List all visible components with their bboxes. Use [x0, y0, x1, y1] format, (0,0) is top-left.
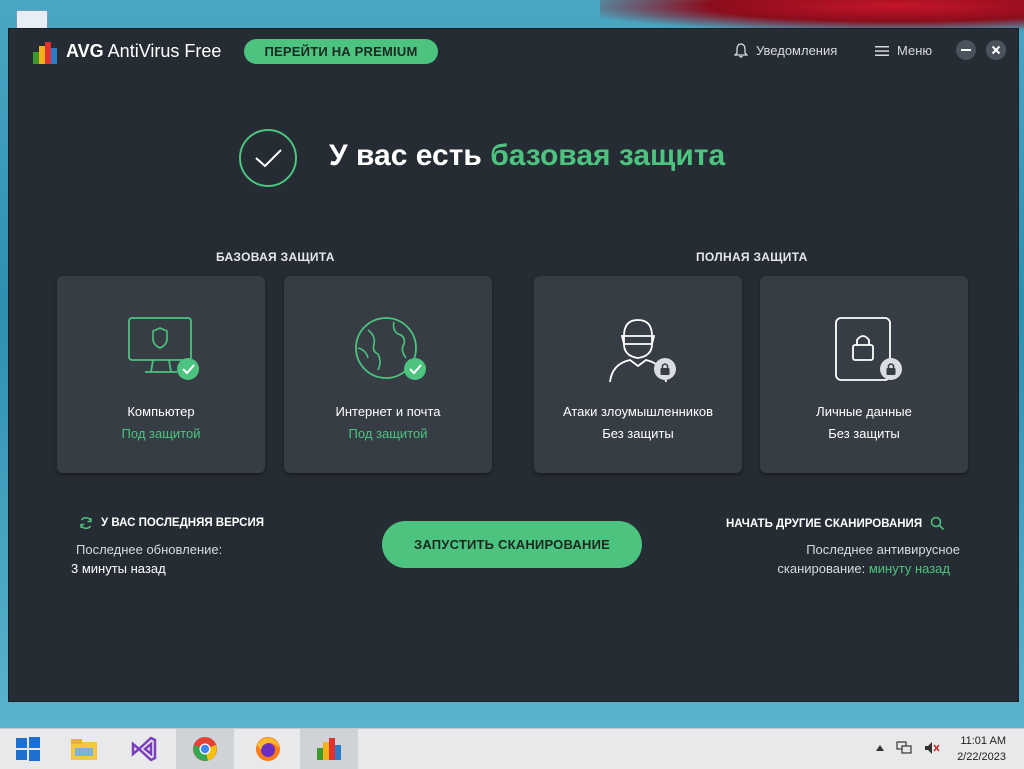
- avg-window: AVG AntiVirus Free ПЕРЕЙТИ НА PREMIUM Ув…: [8, 28, 1019, 702]
- taskbar-chrome[interactable]: [176, 729, 234, 769]
- card-state: Под защитой: [121, 426, 201, 441]
- desktop-wallpaper-accent: [600, 0, 1024, 30]
- desktop-shortcut-icon[interactable]: [16, 10, 48, 30]
- visual-studio-icon: [131, 736, 157, 762]
- protection-status-headline: У вас есть базовая защита: [329, 139, 726, 172]
- update-title: У ВАС ПОСЛЕДНЯЯ ВЕРСИЯ: [101, 517, 264, 529]
- taskbar-firefox[interactable]: [240, 729, 296, 769]
- taskbar-clock[interactable]: 11:01 AM 2/22/2023: [957, 733, 1006, 765]
- other-scans-title: НАЧАТЬ ДРУГИЕ СКАНИРОВАНИЯ: [726, 517, 923, 530]
- checkmark-icon: [255, 149, 282, 168]
- card-title: Компьютер: [127, 404, 195, 419]
- volume-muted-icon[interactable]: [924, 741, 940, 755]
- clock-date: 2/22/2023: [957, 751, 1006, 763]
- card-title: Интернет и почта: [335, 404, 441, 419]
- close-icon: [991, 45, 1001, 55]
- notifications-label: Уведомления: [756, 43, 838, 58]
- card-state: Без защиты: [602, 426, 674, 441]
- other-scans-button[interactable]: НАЧАТЬ ДРУГИЕ СКАНИРОВАНИЯ: [726, 516, 945, 531]
- refresh-icon: [80, 516, 92, 530]
- last-scan-label-2: сканирование:: [777, 561, 869, 576]
- last-scan-line: сканирование: минуту назад: [777, 561, 950, 576]
- full-protection-label: ПОЛНАЯ ЗАЩИТА: [696, 250, 808, 264]
- card-state: Под защитой: [348, 426, 428, 441]
- start-button[interactable]: [0, 729, 56, 769]
- last-update-value: 3 минуты назад: [71, 561, 166, 576]
- card-title: Личные данные: [816, 404, 912, 419]
- card-computer[interactable]: Компьютер Под защитой: [57, 276, 265, 473]
- globe-icon: [355, 317, 426, 380]
- last-update-label: Последнее обновление:: [76, 542, 223, 557]
- notifications-button[interactable]: Уведомления: [734, 43, 837, 58]
- network-icon[interactable]: [896, 741, 912, 755]
- title-bar: AVG AntiVirus Free ПЕРЕЙТИ НА PREMIUM Ув…: [9, 29, 1018, 75]
- status-check-circle: [239, 129, 297, 187]
- avg-icon: [317, 738, 341, 760]
- taskbar-avg[interactable]: [300, 729, 358, 769]
- app-name: AVG AntiVirus Free: [66, 41, 222, 61]
- search-icon: [930, 516, 945, 531]
- close-button[interactable]: [986, 40, 1006, 60]
- taskbar-file-explorer[interactable]: [56, 729, 112, 769]
- last-scan-label: Последнее антивирусное: [806, 542, 960, 557]
- hacker-icon: [609, 319, 676, 383]
- minimize-button[interactable]: [956, 40, 976, 60]
- monitor-shield-icon: [128, 317, 199, 380]
- system-tray: [876, 741, 940, 755]
- firefox-icon: [256, 737, 280, 761]
- menu-button[interactable]: Меню: [875, 43, 932, 58]
- hamburger-icon: [875, 45, 889, 56]
- show-hidden-icons-icon[interactable]: [876, 745, 884, 751]
- chrome-icon: [193, 737, 217, 761]
- basic-protection-label: БАЗОВАЯ ЗАЩИТА: [216, 250, 335, 264]
- start-icon: [16, 737, 40, 761]
- taskbar-visual-studio[interactable]: [116, 729, 172, 769]
- avg-logo-icon: [33, 42, 57, 64]
- card-internet-mail[interactable]: Интернет и почта Под защитой: [284, 276, 492, 473]
- card-personal-data[interactable]: Личные данные Без защиты: [760, 276, 968, 473]
- padlock-icon: [835, 317, 902, 381]
- last-scan-value: минуту назад: [868, 561, 950, 576]
- taskbar: 11:01 AM 2/22/2023: [0, 728, 1024, 769]
- update-status: У ВАС ПОСЛЕДНЯЯ ВЕРСИЯ: [79, 516, 264, 530]
- bell-icon: [734, 43, 748, 58]
- go-premium-button[interactable]: ПЕРЕЙТИ НА PREMIUM: [244, 39, 438, 64]
- card-hacker-attacks[interactable]: Атаки злоумышленников Без защиты: [534, 276, 742, 473]
- file-explorer-icon: [71, 739, 97, 760]
- card-title: Атаки злоумышленников: [562, 404, 714, 419]
- run-scan-button[interactable]: ЗАПУСТИТЬ СКАНИРОВАНИЕ: [382, 521, 642, 568]
- menu-label: Меню: [897, 43, 933, 58]
- clock-time: 11:01 AM: [960, 735, 1006, 747]
- card-state: Без защиты: [828, 426, 900, 441]
